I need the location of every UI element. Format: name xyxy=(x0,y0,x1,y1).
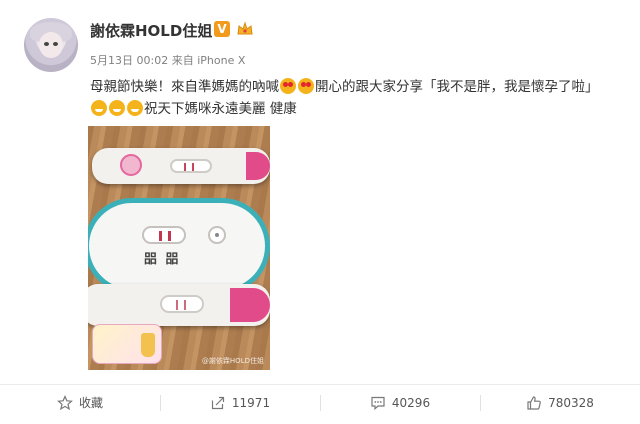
repost-button[interactable]: 11971 xyxy=(160,385,320,420)
username[interactable]: 謝依霖HOLD住姐 xyxy=(90,20,212,41)
avatar-face xyxy=(39,32,63,58)
test-stick-bottom xyxy=(88,284,270,326)
photo-watermark: @謝依霖HOLD住姐 xyxy=(201,357,264,365)
heart-eyes-emoji-icon xyxy=(298,78,314,94)
stick-cap xyxy=(230,288,270,322)
avatar-eye xyxy=(44,42,49,46)
post-text: 母親節快樂！來自準媽媽的吶喊 開心的跟大家分享「我不是胖，我是懷孕了啦」祝天下媽咪… xyxy=(90,76,610,120)
post-text-part1: 母親節快樂！來自準媽媽的吶喊 xyxy=(90,79,279,95)
comment-icon xyxy=(371,396,385,410)
test-label: 㗊 㗊 xyxy=(144,252,181,267)
result-window xyxy=(142,226,186,244)
avatar-eye xyxy=(53,42,58,46)
like-count: 780328 xyxy=(548,395,594,410)
brand-logo-icon xyxy=(120,154,142,176)
sample-well xyxy=(208,226,226,244)
cake-icon xyxy=(141,333,155,357)
test-stick-top xyxy=(92,148,270,184)
action-bar: 收藏 11971 40296 780328 xyxy=(0,384,640,420)
post-text-part2: 開心的跟大家分享「我不是胖，我是懷孕了啦」 xyxy=(315,79,599,95)
favorite-label: 收藏 xyxy=(78,396,103,410)
star-icon xyxy=(57,394,73,410)
mothers-day-sticker xyxy=(92,324,162,364)
favorite-button[interactable]: 收藏 xyxy=(0,385,160,420)
grin-emoji-icon xyxy=(91,100,107,116)
comment-count: 40296 xyxy=(391,395,431,410)
grin-emoji-icon xyxy=(109,100,125,116)
avatar[interactable] xyxy=(24,18,78,72)
grin-emoji-icon xyxy=(127,100,143,116)
stick-rim xyxy=(88,198,270,294)
source-prefix: 来自 xyxy=(171,54,194,67)
comment-button[interactable]: 40296 xyxy=(320,385,480,420)
repost-count: 11971 xyxy=(231,395,271,410)
post-text-part3: 祝天下媽咪永遠美麗 健康 xyxy=(144,101,297,117)
heart-eyes-emoji-icon xyxy=(280,78,296,94)
like-button[interactable]: 780328 xyxy=(480,385,640,420)
post-meta: 5月13日 00:02 来自 iPhone X xyxy=(90,52,245,68)
verified-badge-icon: V xyxy=(214,21,230,37)
source-device: iPhone X xyxy=(197,54,246,67)
result-window xyxy=(170,159,212,173)
crown-icon xyxy=(237,21,253,35)
post-date[interactable]: 5月13日 00:02 xyxy=(90,54,168,67)
result-window xyxy=(160,295,204,313)
test-stick-middle: 㗊 㗊 xyxy=(88,198,270,294)
pregnancy-test-image[interactable]: 㗊 㗊 @謝依霖HOLD住姐 xyxy=(88,126,270,370)
repost-icon xyxy=(211,396,225,409)
thumbs-up-icon xyxy=(527,395,541,410)
stick-cap xyxy=(246,152,270,180)
